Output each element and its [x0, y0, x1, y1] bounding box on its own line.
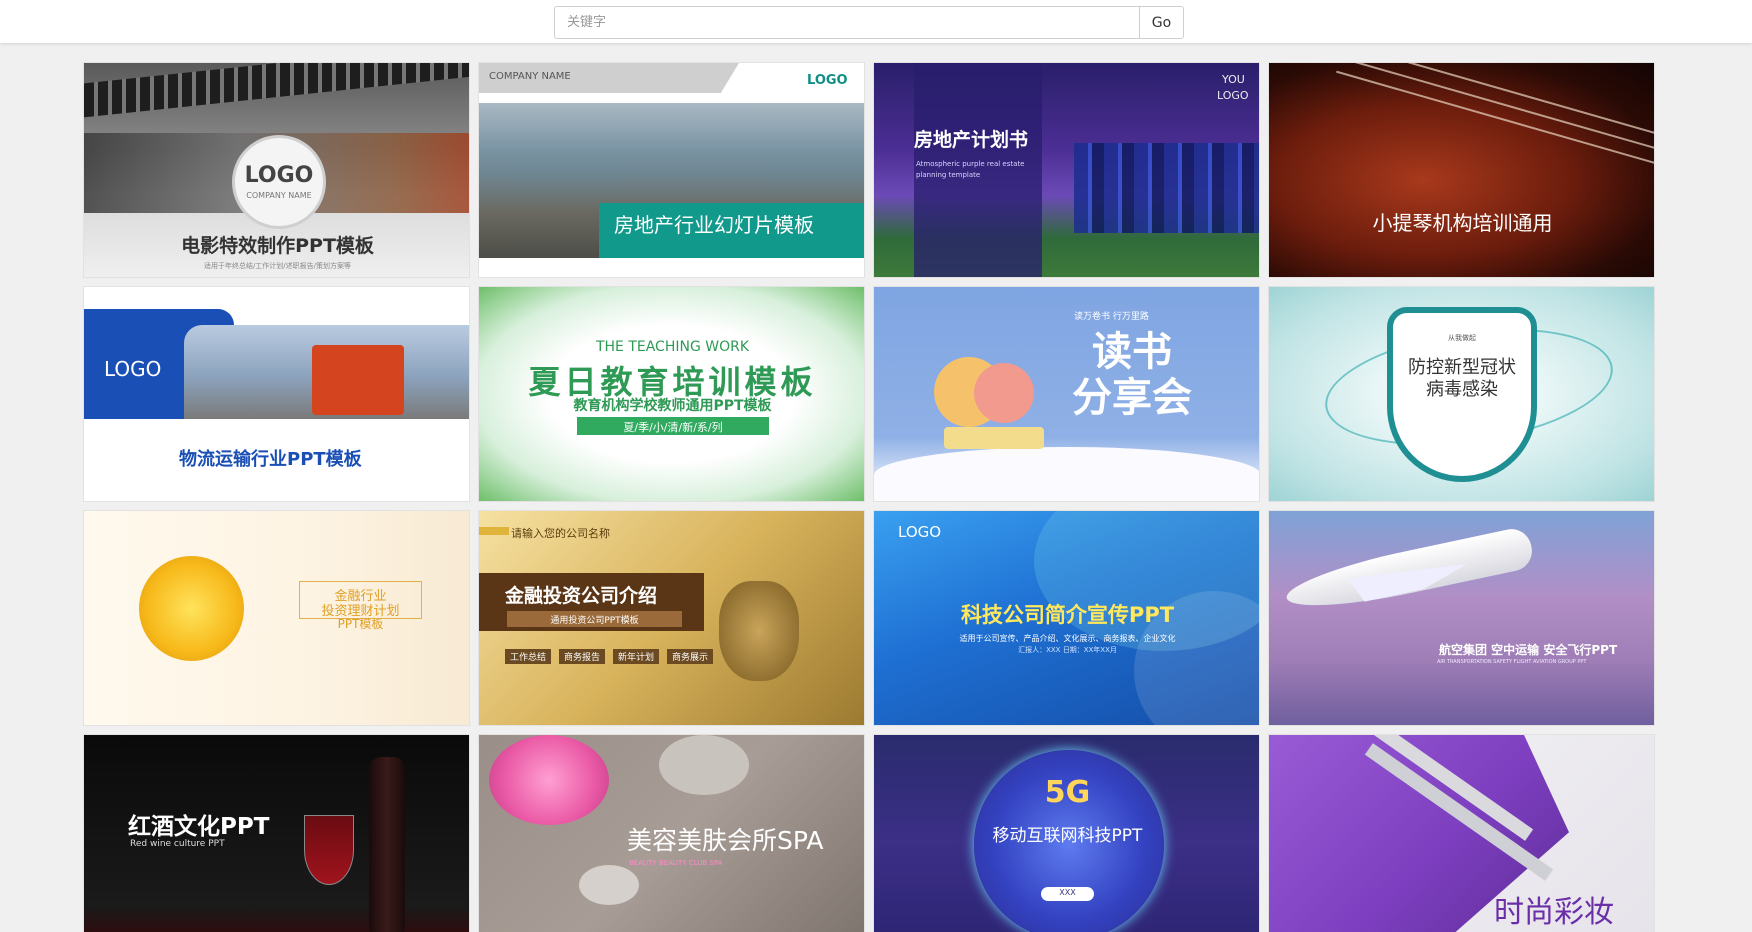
template-card-epidemic[interactable]: 从我做起 防控新型冠状 病毒感染 [1268, 286, 1655, 502]
go-button[interactable]: Go [1139, 6, 1184, 39]
card-title-line2: 病毒感染 [1426, 379, 1498, 400]
template-card-aviation[interactable]: 航空集团 空中运输 安全飞行PPT AIR TRANSPORTATION SAF… [1268, 510, 1655, 726]
card-logo: LOGO [898, 523, 942, 541]
card-subtitle: 适用于公司宣传、产品介绍、文化展示、商务报表、企业文化 [959, 634, 1176, 643]
template-grid: LOGO COMPANY NAME 电影特效制作PPT模板 适用于年终总结/工作… [83, 62, 1657, 932]
card-subtitle: Atmospheric purple real estate planning … [916, 160, 1025, 179]
card-title-line3: PPT模板 [337, 617, 384, 631]
card-title: 航空集团 空中运输 安全飞行PPT [1439, 643, 1618, 657]
template-card-5g[interactable]: 5G 移动互联网科技PPT XXX [873, 734, 1260, 932]
card-subtitle: BEAUTY BEAUTY CLUB SPA [629, 859, 723, 867]
card-title: 美容美肤会所SPA [627, 826, 824, 855]
template-card-reading-share[interactable]: 读万卷书 行万里路 读书 分享会 [873, 286, 1260, 502]
card-tagline: 夏/季/小/清/新/系/列 [623, 421, 723, 434]
card-tag: 商务报告 [559, 649, 606, 664]
template-card-realestate-plan[interactable]: 房地产计划书 Atmospheric purple real estate pl… [873, 62, 1260, 278]
card-tag: 工作总结 [505, 649, 552, 664]
card-title: 移动互联网科技PPT [992, 826, 1143, 846]
card-title-line2: 分享会 [1072, 375, 1192, 421]
card-meta: 汇报人：XXX 日期：XX年XX月 [1018, 646, 1117, 654]
card-subtitle: 通用投资公司PPT模板 [550, 616, 639, 626]
search-input[interactable] [554, 6, 1139, 39]
card-title: 房地产计划书 [914, 129, 1029, 151]
card-button: XXX [1059, 888, 1076, 897]
template-card-film[interactable]: LOGO COMPANY NAME 电影特效制作PPT模板 适用于年终总结/工作… [83, 62, 470, 278]
card-badge: 5G [1044, 775, 1091, 810]
card-title: 红酒文化PPT [128, 814, 270, 840]
card-tags: 工作总结 商务报告 新年计划 商务展示 [505, 649, 714, 664]
template-card-violin[interactable]: 小提琴机构培训通用 [1268, 62, 1655, 278]
template-card-finance-plan[interactable]: 金融行业 投资理财计划 PPT模板 [83, 510, 470, 726]
card-logo: LOGO [104, 357, 162, 381]
template-card-summer-education[interactable]: THE TEACHING WORK 夏日教育培训模板 教育机构学校教师通用PPT… [478, 286, 865, 502]
template-card-realestate-slides[interactable]: COMPANY NAME LOGO 房地产行业幻灯片模板 [478, 62, 865, 278]
card-title: 电影特效制作PPT模板 [181, 235, 374, 257]
template-card-beauty-spa[interactable]: 美容美肤会所SPA BEAUTY BEAUTY CLUB SPA [478, 734, 865, 932]
template-card-logistics[interactable]: LOGO 物流运输行业PPT模板 [83, 286, 470, 502]
card-title: 时尚彩妆 [1494, 895, 1614, 930]
template-card-red-wine[interactable]: 红酒文化PPT Red wine culture PPT [83, 734, 470, 932]
card-subtitle: AIR TRANSPORTATION SAFETY FLIGHT AVIATIO… [1437, 659, 1587, 665]
card-logo: LOGO [807, 73, 848, 88]
top-bar: Go [0, 0, 1752, 43]
template-card-makeup[interactable]: 时尚彩妆 [1268, 734, 1655, 932]
card-logo: LOGO [244, 163, 314, 188]
card-eyebrow: THE TEACHING WORK [595, 339, 750, 355]
card-subtitle: 适用于年终总结/工作计划/述职报告/策划方案等 [203, 262, 352, 270]
card-eyebrow: 请输入您的公司名称 [511, 527, 610, 540]
template-card-investment-company[interactable]: 请输入您的公司名称 金融投资公司介绍 通用投资公司PPT模板 工作总结 商务报告新… [478, 510, 865, 726]
card-title: 房地产行业幻灯片模板 [614, 213, 814, 237]
card-logo-line2: LOGO [1217, 89, 1249, 102]
card-company: COMPANY NAME [246, 191, 312, 200]
card-company: COMPANY NAME [489, 71, 571, 82]
card-title: 小提琴机构培训通用 [1372, 211, 1553, 235]
card-title: 物流运输行业PPT模板 [179, 449, 362, 470]
template-card-tech-company[interactable]: LOGO 科技公司简介宣传PPT 适用于公司宣传、产品介绍、文化展示、商务报表、… [873, 510, 1260, 726]
card-subtitle: Red wine culture PPT [130, 839, 225, 849]
card-logo-line1: YOU [1222, 73, 1245, 86]
card-title: 科技公司简介宣传PPT [960, 603, 1175, 627]
card-tag: 新年计划 [613, 649, 660, 664]
card-eyebrow: 从我做起 [1448, 334, 1476, 342]
search-form: Go [554, 6, 1184, 39]
card-title: 金融投资公司介绍 [505, 585, 658, 607]
card-subtitle: 教育机构学校教师通用PPT模板 [573, 398, 772, 414]
card-tag: 商务展示 [667, 649, 714, 664]
